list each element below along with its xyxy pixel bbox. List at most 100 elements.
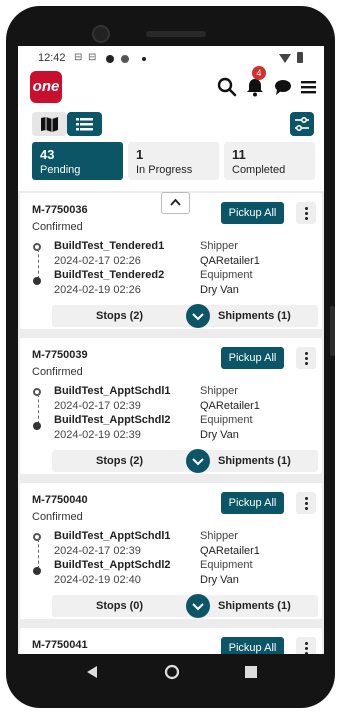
card-footer: Stops (0) Shipments (1) xyxy=(52,594,318,618)
pickup-all-button[interactable]: Pickup All xyxy=(221,492,284,514)
status-tabs: 43 Pending 1 In Progress 11 Completed xyxy=(32,142,315,180)
route-line xyxy=(38,394,39,424)
recents-icon[interactable] xyxy=(244,664,258,680)
expand-button[interactable] xyxy=(186,594,210,618)
back-icon[interactable] xyxy=(85,664,99,680)
shipments-link[interactable]: Shipments (1) xyxy=(218,310,291,322)
map-icon xyxy=(41,117,58,132)
stop-date: 2024-02-19 02:39 xyxy=(54,429,141,441)
battery-icon xyxy=(297,52,303,63)
movement-id[interactable]: M-7750041 xyxy=(32,639,88,651)
stop-date: 2024-02-17 02:26 xyxy=(54,255,141,267)
equipment-label: Equipment xyxy=(200,559,253,571)
stop-name: BuildTest_Tendered1 xyxy=(54,240,165,252)
settings-icon xyxy=(121,55,129,63)
destination-stop-icon xyxy=(33,567,41,575)
movement-id[interactable]: M-7750036 xyxy=(32,204,88,216)
movement-card[interactable]: M-7750036 Confirmed Pickup All BuildTest… xyxy=(20,192,322,329)
movement-status: Confirmed xyxy=(32,366,83,378)
equipment-value: Dry Van xyxy=(200,284,239,296)
equipment-value: Dry Van xyxy=(200,429,239,441)
tab-count: 11 xyxy=(232,147,246,162)
earpiece xyxy=(146,31,206,37)
chevron-down-icon xyxy=(192,313,204,321)
list-icon xyxy=(76,118,93,131)
notification-badge: 4 xyxy=(252,66,266,80)
wifi-icon xyxy=(279,54,291,63)
pickup-all-button[interactable]: Pickup All xyxy=(221,202,284,224)
expand-button[interactable] xyxy=(186,449,210,473)
stop-name: BuildTest_Tendered2 xyxy=(54,269,165,281)
more-options-icon[interactable] xyxy=(296,202,316,224)
shipper-value: QARetailer1 xyxy=(200,400,260,412)
origin-stop-icon xyxy=(33,388,41,396)
menu-icon[interactable] xyxy=(298,76,320,98)
equipment-label: Equipment xyxy=(200,414,253,426)
app-screen: 12:42 ⊟ ⊟ one 4 43 Pending 1 In Progress… xyxy=(18,46,324,654)
chevron-down-icon xyxy=(192,458,204,466)
shipments-link[interactable]: Shipments (1) xyxy=(218,455,291,467)
movement-card[interactable]: M-7750040 Confirmed Pickup All BuildTest… xyxy=(20,483,322,619)
tab-pending[interactable]: 43 Pending xyxy=(32,142,123,180)
chevron-down-icon xyxy=(192,603,204,611)
movement-card[interactable]: M-7750039 Confirmed Pickup All BuildTest… xyxy=(20,338,322,474)
status-bar: 12:42 ⊟ ⊟ xyxy=(18,46,324,70)
stop-date: 2024-02-17 02:39 xyxy=(54,400,141,412)
phone-side-button xyxy=(330,306,335,356)
app-logo[interactable]: one xyxy=(30,71,62,103)
more-options-icon[interactable] xyxy=(296,637,316,654)
map-view-button[interactable] xyxy=(32,112,67,136)
stop-name: BuildTest_ApptSchdl2 xyxy=(54,559,171,571)
stops-link[interactable]: Stops (2) xyxy=(96,455,143,467)
movement-id[interactable]: M-7750040 xyxy=(32,494,88,506)
android-nav-bar xyxy=(18,654,324,690)
movement-status: Confirmed xyxy=(32,221,83,233)
route-line xyxy=(38,249,39,279)
stop-name: BuildTest_ApptSchdl2 xyxy=(54,414,171,426)
shipments-link[interactable]: Shipments (1) xyxy=(218,600,291,612)
stops-link[interactable]: Stops (0) xyxy=(96,600,143,612)
notification-s-icon: ⊟ xyxy=(88,52,97,63)
equipment-label: Equipment xyxy=(200,269,253,281)
chat-icon[interactable] xyxy=(272,76,294,98)
card-footer: Stops (2) Shipments (1) xyxy=(52,304,318,328)
shipper-value: QARetailer1 xyxy=(200,255,260,267)
shipper-label: Shipper xyxy=(200,240,238,252)
stop-date: 2024-02-19 02:26 xyxy=(54,284,141,296)
stop-name: BuildTest_ApptSchdl1 xyxy=(54,385,171,397)
pickup-all-button[interactable]: Pickup All xyxy=(221,637,284,654)
shipper-label: Shipper xyxy=(200,385,238,397)
movement-card[interactable]: M-7750041 Pickup All xyxy=(20,628,322,654)
shipper-value: QARetailer1 xyxy=(200,545,260,557)
collapse-button[interactable] xyxy=(161,192,190,214)
list-view-button[interactable] xyxy=(67,112,102,136)
movement-status: Confirmed xyxy=(32,511,83,523)
pickup-all-button[interactable]: Pickup All xyxy=(221,347,284,369)
card-footer: Stops (2) Shipments (1) xyxy=(52,449,318,473)
stops-link[interactable]: Stops (2) xyxy=(96,310,143,322)
front-camera xyxy=(92,25,110,43)
tab-in-progress[interactable]: 1 In Progress xyxy=(128,142,219,180)
status-time: 12:42 xyxy=(38,52,66,64)
filter-button[interactable] xyxy=(290,112,314,136)
tab-label: Completed xyxy=(232,164,286,176)
home-icon[interactable] xyxy=(164,664,180,680)
shipper-label: Shipper xyxy=(200,530,238,542)
equipment-value: Dry Van xyxy=(200,574,239,586)
tab-label: In Progress xyxy=(136,164,193,176)
origin-stop-icon xyxy=(33,243,41,251)
search-icon[interactable] xyxy=(216,76,238,98)
more-options-icon[interactable] xyxy=(296,492,316,514)
chevron-up-icon xyxy=(170,198,181,206)
app-bar: one 4 xyxy=(18,66,324,110)
notification-s-icon: ⊟ xyxy=(74,52,83,63)
expand-button[interactable] xyxy=(186,304,210,328)
more-options-icon[interactable] xyxy=(296,347,316,369)
tab-completed[interactable]: 11 Completed xyxy=(224,142,315,180)
tab-count: 43 xyxy=(40,147,55,162)
movement-list: M-7750036 Confirmed Pickup All BuildTest… xyxy=(18,191,324,654)
stop-date: 2024-02-19 02:40 xyxy=(54,574,141,586)
origin-stop-icon xyxy=(33,533,41,541)
destination-stop-icon xyxy=(33,422,41,430)
movement-id[interactable]: M-7750039 xyxy=(32,349,88,361)
